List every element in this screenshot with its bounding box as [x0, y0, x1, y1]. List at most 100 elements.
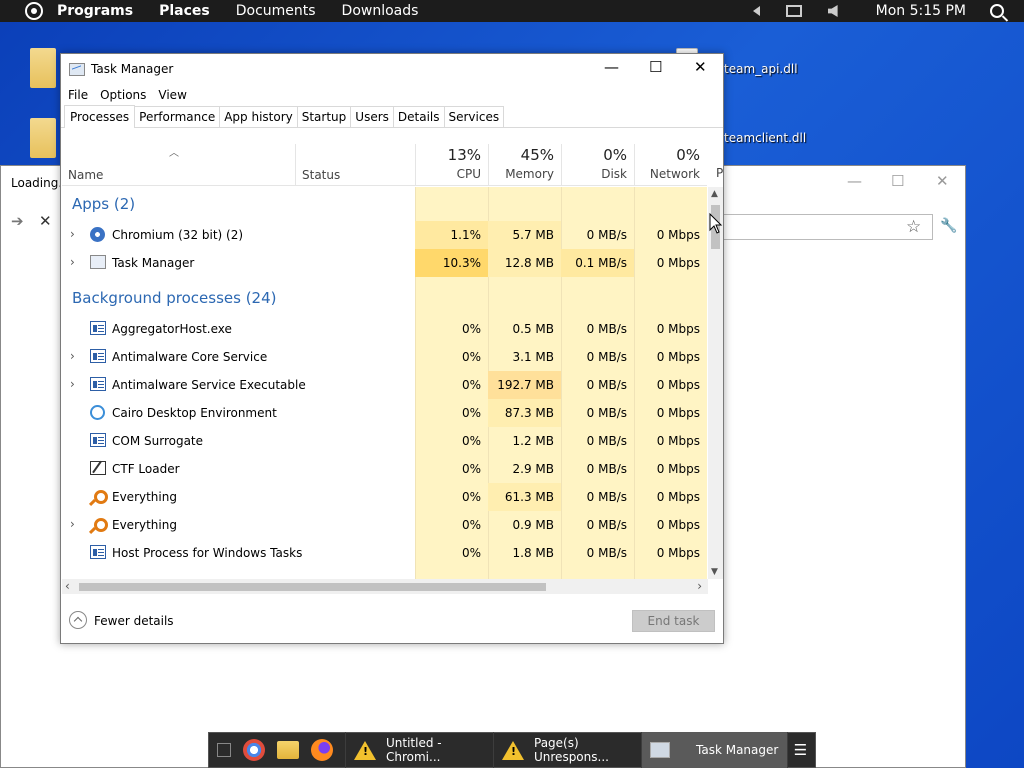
browser-close-button[interactable]: ✕	[936, 172, 949, 190]
process-row[interactable]: › Antimalware Core Service 0% 3.1 MB 0 MB/s 0…	[62, 343, 707, 371]
process-disk-value: 0.1 MB/s	[575, 256, 627, 270]
cairo-menu-icon[interactable]	[25, 2, 43, 20]
column-disk[interactable]: 0% Disk	[561, 144, 634, 186]
menu-downloads[interactable]: Downloads	[342, 3, 419, 19]
tray-expand-icon[interactable]	[752, 6, 760, 16]
menu-places[interactable]: Places	[159, 3, 210, 19]
menu-programs[interactable]: Programs	[57, 3, 133, 19]
process-name: Everything	[112, 490, 177, 504]
clock[interactable]: Mon 5:15 PM	[876, 3, 966, 19]
column-cpu[interactable]: 13% CPU	[415, 144, 488, 186]
process-net-value: 0 Mbps	[656, 256, 700, 270]
window-title: Task Manager	[91, 62, 174, 76]
process-row[interactable]: AggregatorHost.exe 0% 0.5 MB 0 MB/s 0 Mbps	[62, 315, 707, 343]
stop-icon[interactable]: ✕	[39, 212, 52, 230]
process-mem-value: 12.8 MB	[504, 256, 554, 270]
process-name: Host Process for Windows Tasks	[112, 546, 303, 560]
process-cpu-value: 0%	[461, 462, 481, 476]
column-power[interactable]: P	[716, 166, 723, 180]
process-net-value: 0 Mbps	[656, 546, 700, 560]
process-row[interactable]: COM Surrogate 0% 1.2 MB 0 MB/s 0 Mbps	[62, 427, 707, 455]
taskbar-button-pages-unresponsive[interactable]: Page(s) Unrespons...	[493, 732, 641, 768]
menu-view[interactable]: View	[158, 88, 186, 102]
folder-icon[interactable]	[30, 48, 56, 88]
process-disk-value: 0 MB/s	[586, 322, 627, 336]
column-name[interactable]: Name	[68, 168, 103, 182]
scroll-up-icon[interactable]: ▲	[711, 189, 718, 199]
scroll-right-icon[interactable]: ›	[697, 579, 702, 593]
process-row[interactable]: Host Process for Windows Tasks 0% 1.8 MB 0 …	[62, 539, 707, 567]
taskbar-button-untitled-chromium[interactable]: Untitled - Chromi...	[345, 732, 493, 768]
expand-chevron-icon[interactable]: ›	[70, 377, 75, 391]
expand-chevron-icon[interactable]: ›	[70, 517, 75, 531]
file-explorer-icon[interactable]	[277, 741, 299, 759]
group-header: Apps (2)	[72, 195, 136, 213]
minimize-button[interactable]: —	[604, 58, 619, 76]
chrome-icon[interactable]	[243, 739, 265, 761]
column-memory[interactable]: 45% Memory	[488, 144, 561, 186]
menu-file[interactable]: File	[68, 88, 88, 102]
close-button[interactable]: ✕	[694, 58, 707, 76]
column-network[interactable]: 0% Network	[634, 144, 707, 186]
column-header: ︿ Name Status 13% CPU 45% Memory 0% Disk…	[62, 144, 707, 186]
tab-startup[interactable]: Startup	[296, 106, 352, 127]
process-disk-value: 0 MB/s	[586, 350, 627, 364]
process-mem-value: 192.7 MB	[497, 378, 554, 392]
process-disk-value: 0 MB/s	[586, 228, 627, 242]
expand-chevron-icon[interactable]: ›	[70, 349, 75, 363]
expand-chevron-icon[interactable]: ›	[70, 227, 75, 241]
process-row[interactable]: CTF Loader 0% 2.9 MB 0 MB/s 0 Mbps	[62, 455, 707, 483]
tab-performance[interactable]: Performance	[134, 106, 221, 127]
process-row[interactable]: › Everything 0% 0.9 MB 0 MB/s 0 Mbps	[62, 511, 707, 539]
back-arrow-icon[interactable]: ➔	[11, 212, 24, 230]
folder-icon[interactable]	[30, 118, 56, 158]
star-icon[interactable]: ☆	[906, 217, 921, 237]
footer: Fewer details End task	[61, 602, 723, 644]
tab-app-history[interactable]: App history	[219, 106, 298, 127]
expand-chevron-icon[interactable]: ›	[70, 255, 75, 269]
menu-documents[interactable]: Documents	[236, 3, 316, 19]
tab-details[interactable]: Details	[392, 106, 445, 127]
wrench-icon[interactable]: 🔧	[940, 218, 957, 234]
tab-processes[interactable]: Processes	[64, 105, 136, 128]
fewer-details-link[interactable]: Fewer details	[94, 614, 174, 628]
vertical-scrollbar[interactable]: ▲ ▼	[708, 187, 723, 579]
process-row[interactable]: › Chromium (32 bit) (2) 1.1% 5.7 MB 0 MB/s 0 …	[62, 221, 707, 249]
process-row[interactable]: Everything 0% 61.3 MB 0 MB/s 0 Mbps	[62, 483, 707, 511]
menu-options[interactable]: Options	[100, 88, 146, 102]
browser-maximize-button[interactable]: ☐	[891, 172, 904, 190]
search-icon[interactable]	[990, 4, 1004, 18]
end-task-button[interactable]: End task	[632, 610, 715, 632]
tab-users[interactable]: Users	[350, 106, 394, 127]
titlebar[interactable]: Task Manager — ☐ ✕	[61, 54, 723, 84]
desktop-icon-label[interactable]: teamclient.dll	[724, 131, 806, 145]
process-cpu-value: 0%	[461, 406, 481, 420]
scroll-down-icon[interactable]: ▼	[711, 567, 718, 577]
horizontal-scroll-thumb[interactable]	[79, 583, 546, 591]
taskbar-menu-icon[interactable]: ☰	[787, 732, 813, 768]
volume-icon[interactable]	[827, 5, 838, 17]
address-bar[interactable]	[723, 214, 933, 240]
process-disk-value: 0 MB/s	[586, 406, 627, 420]
tab-services[interactable]: Services	[443, 106, 505, 127]
chevron-up-icon[interactable]	[69, 611, 87, 629]
mouse-cursor-icon	[709, 213, 723, 234]
process-row[interactable]: Cairo Desktop Environment 0% 87.3 MB 0 MB/s…	[62, 399, 707, 427]
process-cpu-value: 0%	[461, 434, 481, 448]
browser-minimize-button[interactable]: —	[847, 172, 862, 190]
taskbar-button-task-manager[interactable]: Task Manager	[641, 732, 787, 768]
process-row[interactable]: › Task Manager 10.3% 12.8 MB 0.1 MB/s 0 Mbps	[62, 249, 707, 277]
process-net-value: 0 Mbps	[656, 434, 700, 448]
process-name: Antimalware Core Service	[112, 350, 268, 364]
maximize-button[interactable]: ☐	[649, 58, 662, 76]
network-icon[interactable]	[785, 5, 802, 17]
process-row[interactable]: › Antimalware Service Executable 0% 192.7 M…	[62, 371, 707, 399]
warning-icon	[354, 740, 376, 760]
desktop-icon-label[interactable]: team_api.dll	[724, 62, 798, 76]
scroll-left-icon[interactable]: ‹	[65, 579, 70, 593]
horizontal-scrollbar[interactable]: ‹ ›	[62, 579, 708, 594]
firefox-icon[interactable]	[311, 739, 333, 761]
show-desktop-icon[interactable]	[217, 743, 231, 757]
network-label: Network	[649, 167, 700, 181]
column-status[interactable]: Status	[302, 168, 340, 182]
